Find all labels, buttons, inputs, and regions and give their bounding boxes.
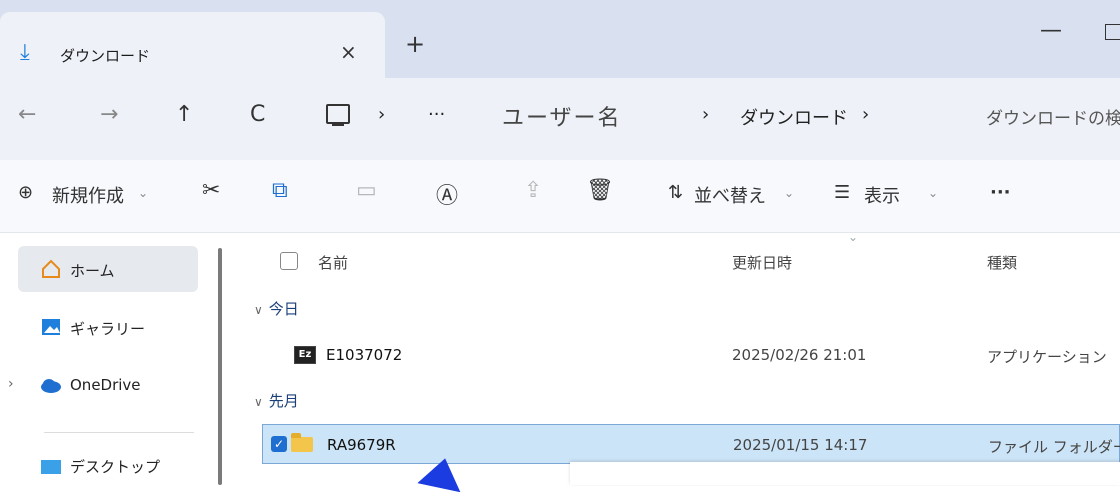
sidebar-item-label: ギャラリー <box>70 320 146 338</box>
folder-name: RA9679R <box>327 436 396 454</box>
sort-button[interactable]: 並べ替え <box>694 182 766 208</box>
delete-icon[interactable]: 🗑 <box>586 178 614 203</box>
navigation-bar: ← → ↑ C › ··· ユーザー名 › ダウンロード › ダウンロードの検 <box>0 78 1120 160</box>
chevron-right-icon[interactable]: › <box>8 376 14 392</box>
up-button[interactable]: ↑ <box>175 102 193 127</box>
sidebar-item-label: OneDrive <box>70 376 141 394</box>
maximize-button[interactable] <box>1105 24 1120 40</box>
sidebar-divider <box>44 432 194 433</box>
row-checkbox-checked[interactable]: ✓ <box>271 436 287 452</box>
chevron-down-icon: ⌄ <box>784 186 795 200</box>
share-icon[interactable]: ⇪ <box>524 178 542 203</box>
group-header-last-month[interactable]: ∨ 先月 <box>254 390 299 411</box>
chevron-down-icon: ∨ <box>254 303 263 317</box>
home-icon <box>42 259 60 278</box>
tooltip-popup <box>570 462 1120 485</box>
desktop-icon <box>41 460 61 474</box>
folder-icon <box>291 433 313 452</box>
column-modified[interactable]: 更新日時 <box>732 252 792 273</box>
column-name[interactable]: 名前 <box>318 252 348 273</box>
back-button[interactable]: ← <box>18 102 36 127</box>
forward-button[interactable]: → <box>100 102 118 127</box>
breadcrumb-separator[interactable]: › <box>862 104 869 125</box>
chevron-down-icon: ∨ <box>254 395 263 409</box>
column-type[interactable]: 種類 <box>987 252 1017 273</box>
group-header-today[interactable]: ∨ 今日 <box>254 298 299 319</box>
column-header-row: 名前 更新日時 種類 <box>260 232 1120 290</box>
folder-row[interactable]: ✓ RA9679R 2025/01/15 14:17 ファイル フォルダー <box>262 424 1120 464</box>
copy-icon[interactable]: ⧉ <box>272 178 288 203</box>
sidebar-item-gallery[interactable]: ギャラリー <box>18 304 198 350</box>
sidebar-item-onedrive[interactable]: › OneDrive <box>8 362 198 408</box>
navigation-pane: ホーム ギャラリー › OneDrive デスクトップ <box>0 232 225 485</box>
breadcrumb-separator[interactable]: › <box>702 104 709 125</box>
folder-type: ファイル フォルダー <box>988 438 1120 456</box>
file-row[interactable]: Ez E1037072 2025/02/26 21:01 アプリケーション <box>262 335 1120 375</box>
sidebar-item-home[interactable]: ホーム <box>18 246 198 292</box>
sort-icon[interactable]: ⇅ <box>668 182 683 203</box>
cloud-icon <box>41 379 61 393</box>
file-name: E1037072 <box>326 346 403 364</box>
minimize-button[interactable]: — <box>1040 18 1062 43</box>
search-box[interactable]: ダウンロードの検 <box>940 88 1120 150</box>
this-pc-icon[interactable] <box>326 104 350 126</box>
file-modified: 2025/02/26 21:01 <box>732 346 867 364</box>
paste-icon[interactable]: ▭ <box>356 178 377 203</box>
sidebar-item-label: デスクトップ <box>70 458 161 476</box>
breadcrumb-user[interactable]: ユーザー名 <box>502 100 622 132</box>
command-toolbar: ⊕ 新規作成 ⌄ ✂ ⧉ ▭ Ⓐ ⇪ 🗑 ⇅ 並べ替え ⌄ ☰ 表示 ⌄ ··· <box>0 160 1120 233</box>
pane-splitter[interactable] <box>218 248 222 485</box>
plus-circle-icon[interactable]: ⊕ <box>18 182 33 203</box>
tab-title: ダウンロード <box>60 47 151 65</box>
breadcrumb-separator[interactable]: › <box>378 104 385 125</box>
folder-modified: 2025/01/15 14:17 <box>733 436 868 454</box>
select-all-checkbox[interactable] <box>280 252 298 270</box>
new-tab-button[interactable]: + <box>405 30 425 58</box>
chevron-down-icon: ⌄ <box>928 186 939 200</box>
gallery-icon <box>42 319 60 335</box>
breadcrumb-more[interactable]: ··· <box>428 104 445 125</box>
view-button[interactable]: 表示 <box>864 182 900 208</box>
tab-downloads[interactable]: ⤓ ダウンロード × <box>0 12 385 78</box>
title-bar: ⤓ ダウンロード × + — <box>0 0 1120 78</box>
breadcrumb-downloads[interactable]: ダウンロード <box>740 104 848 130</box>
view-icon[interactable]: ☰ <box>834 182 850 203</box>
cut-icon[interactable]: ✂ <box>202 178 220 203</box>
download-icon: ⤓ <box>20 40 30 65</box>
sidebar-item-desktop[interactable]: デスクトップ <box>18 442 198 476</box>
chevron-down-icon: ⌄ <box>138 186 149 200</box>
file-type: アプリケーション <box>987 348 1107 366</box>
refresh-button[interactable]: C <box>250 102 265 127</box>
application-icon: Ez <box>294 346 316 364</box>
rename-icon[interactable]: Ⓐ <box>436 178 458 210</box>
tab-close-button[interactable]: × <box>340 40 357 64</box>
more-options-button[interactable]: ··· <box>990 182 1011 203</box>
new-button[interactable]: 新規作成 <box>52 182 124 208</box>
sidebar-item-label: ホーム <box>70 262 115 280</box>
search-input[interactable]: ダウンロードの検 <box>986 104 1120 129</box>
